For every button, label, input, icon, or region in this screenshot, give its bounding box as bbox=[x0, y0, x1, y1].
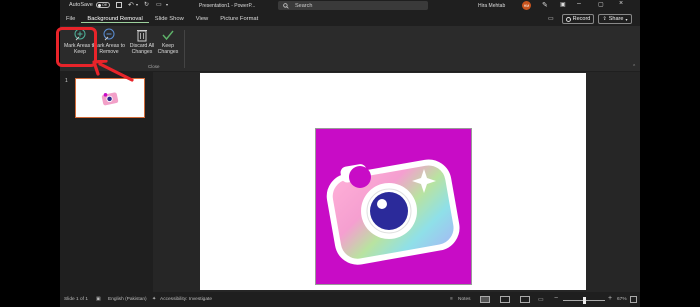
zoom-in-icon[interactable]: + bbox=[608, 295, 612, 302]
avatar[interactable]: HM bbox=[522, 1, 531, 10]
autosave-label: AutoSave bbox=[69, 2, 93, 8]
tab-file[interactable]: File bbox=[60, 16, 81, 22]
mark-areas-to-remove-button[interactable]: Mark Areas to Remove bbox=[92, 28, 126, 55]
undo-dropdown-icon[interactable]: ▾ bbox=[136, 2, 138, 7]
trash-icon bbox=[137, 30, 147, 42]
title-bar: AutoSave Off ↶ ▾ ↻ ▭ ▾ Presentation1 - P… bbox=[60, 0, 640, 11]
notes-button[interactable]: Notes bbox=[458, 297, 471, 302]
minimize-icon[interactable]: – bbox=[577, 0, 581, 7]
zoom-out-icon[interactable]: − bbox=[554, 295, 558, 302]
reading-view-icon[interactable] bbox=[520, 296, 530, 303]
record-icon bbox=[565, 16, 571, 22]
chevron-down-icon: ▾ bbox=[625, 16, 628, 22]
record-button[interactable]: Record bbox=[562, 14, 594, 24]
share-label: Share bbox=[608, 16, 624, 22]
powerpoint-window: AutoSave Off ↶ ▾ ↻ ▭ ▾ Presentation1 - P… bbox=[60, 0, 640, 307]
pencil-minus-icon bbox=[103, 28, 115, 41]
present-icon[interactable]: ▭ bbox=[156, 1, 162, 8]
slide-number: 1 bbox=[65, 78, 68, 84]
customize-qat-icon[interactable]: ▾ bbox=[166, 2, 168, 7]
comments-icon[interactable]: ▭ bbox=[548, 15, 554, 22]
spelling-icon[interactable]: ▣ bbox=[96, 297, 101, 302]
group-label-close: Close bbox=[148, 64, 160, 69]
record-label: Record bbox=[572, 16, 591, 22]
camera-logo-icon bbox=[326, 159, 460, 265]
zoom-level[interactable]: 67% bbox=[617, 297, 627, 302]
notes-icon: ≡ bbox=[450, 297, 453, 302]
share-icon: ⇪ bbox=[602, 16, 607, 22]
search-placeholder: Search bbox=[295, 2, 313, 9]
discard-all-changes-label: Discard All Changes bbox=[129, 43, 155, 55]
screen: AutoSave Off ↶ ▾ ↻ ▭ ▾ Presentation1 - P… bbox=[0, 0, 700, 307]
redo-icon[interactable]: ↻ bbox=[144, 1, 149, 8]
camera-logo-thumbnail bbox=[101, 92, 119, 106]
search-icon bbox=[283, 2, 289, 9]
keep-changes-button[interactable]: Keep Changes bbox=[156, 28, 180, 55]
save-icon[interactable] bbox=[116, 2, 122, 8]
undo-icon[interactable]: ↶ bbox=[128, 1, 134, 9]
slide-thumbnails-pane: 1 bbox=[60, 72, 152, 292]
user-name[interactable]: Hira Mehtab bbox=[478, 3, 505, 9]
fit-slide-icon[interactable] bbox=[630, 296, 637, 303]
slide-sorter-icon[interactable] bbox=[500, 296, 510, 303]
accessibility-icon: ✦ bbox=[152, 297, 157, 302]
search-box[interactable]: Search bbox=[278, 1, 428, 10]
keep-changes-label: Keep Changes bbox=[157, 43, 179, 55]
status-bar: Slide 1 of 1 ▣ English (Pakistan) ✦ Acce… bbox=[60, 293, 640, 307]
ribbon-display-icon[interactable]: ▣ bbox=[560, 1, 566, 8]
slide[interactable] bbox=[200, 73, 586, 290]
tab-background-removal[interactable]: Background Removal bbox=[81, 16, 149, 23]
tab-picture-format[interactable]: Picture Format bbox=[214, 16, 264, 22]
tab-view[interactable]: View bbox=[190, 16, 214, 22]
maximize-icon[interactable]: ▢ bbox=[598, 1, 604, 8]
collapse-ribbon-icon[interactable]: ⌃ bbox=[632, 64, 636, 70]
camera-logo-image[interactable] bbox=[315, 128, 472, 285]
language-status[interactable]: English (Pakistan) bbox=[108, 297, 147, 302]
slide-info: Slide 1 of 1 bbox=[64, 297, 89, 302]
share-button[interactable]: ⇪ Share ▾ bbox=[598, 14, 632, 24]
ribbon-divider bbox=[184, 30, 185, 68]
checkmark-icon bbox=[162, 30, 174, 41]
tab-slide-show[interactable]: Slide Show bbox=[149, 16, 190, 22]
ribbon: Mark Areas to Keep Mark Areas to Remove … bbox=[60, 26, 640, 71]
document-title: Presentation1 - PowerP... bbox=[199, 3, 256, 9]
slideshow-view-icon[interactable]: ▭ bbox=[538, 296, 544, 303]
annotation-arrow bbox=[92, 60, 134, 82]
zoom-slider[interactable] bbox=[563, 297, 605, 304]
normal-view-icon[interactable] bbox=[480, 296, 490, 303]
zoom-slider-thumb[interactable] bbox=[583, 297, 586, 304]
mark-areas-to-remove-label: Mark Areas to Remove bbox=[92, 43, 125, 55]
close-icon[interactable]: × bbox=[619, 0, 623, 7]
discard-all-changes-button[interactable]: Discard All Changes bbox=[126, 28, 158, 55]
autosave-toggle[interactable]: Off bbox=[96, 2, 110, 8]
pen-icon[interactable]: ✎ bbox=[542, 1, 548, 9]
accessibility-status[interactable]: Accessibility: Investigate bbox=[160, 297, 212, 302]
